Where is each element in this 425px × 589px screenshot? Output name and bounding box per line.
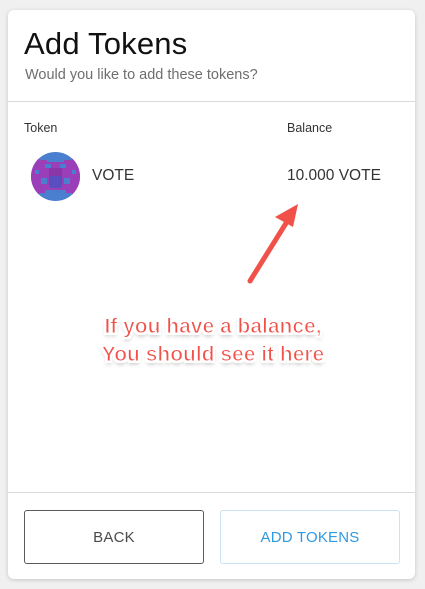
- column-header-balance: Balance: [287, 121, 333, 135]
- token-row: VOTE 10.000 VOTE: [8, 150, 415, 205]
- column-header-token: Token: [24, 121, 58, 135]
- back-button[interactable]: BACK: [24, 510, 204, 564]
- identicon-icon: [31, 152, 80, 201]
- page-subtitle: Would you like to add these tokens?: [25, 67, 258, 83]
- annotation-text-line2: You should see it here: [101, 343, 325, 367]
- token-balance: 10.000 VOTE: [287, 167, 381, 184]
- footer: BACK ADD TOKENS: [8, 492, 415, 579]
- annotation-text-line1: If you have a balance,: [104, 315, 322, 339]
- page-title: Add Tokens: [24, 26, 188, 61]
- header: Add Tokens Would you like to add these t…: [8, 10, 415, 102]
- add-tokens-card: Add Tokens Would you like to add these t…: [8, 10, 415, 579]
- token-symbol: VOTE: [92, 167, 135, 184]
- annotation-arrow-icon: [245, 198, 302, 286]
- add-tokens-button[interactable]: ADD TOKENS: [220, 510, 400, 564]
